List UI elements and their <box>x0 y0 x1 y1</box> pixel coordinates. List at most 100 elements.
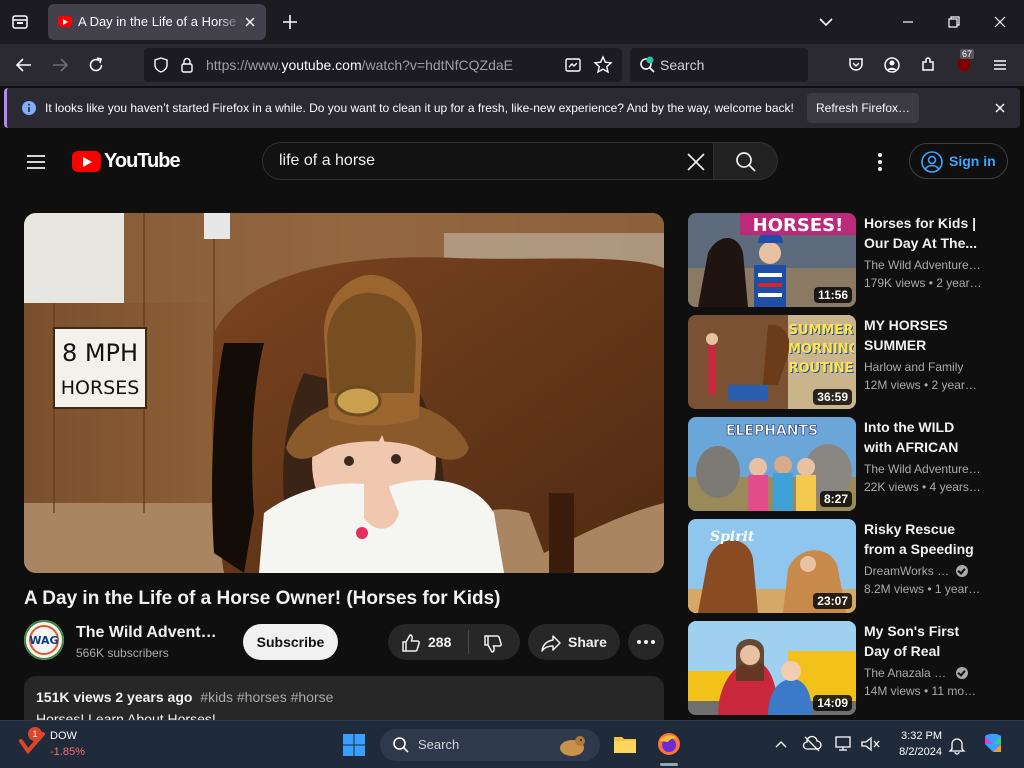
recommended-video-2[interactable]: SUMMER MORNING ROUTINE 36:59 MY HORSES S… <box>688 315 1008 409</box>
browser-tab-bar: A Day in the Life of a Horse Owner! (Hor… <box>0 0 1024 44</box>
show-hidden-icons-chevron-icon[interactable] <box>774 737 788 751</box>
thumbnail-sign-line1: 8 MPH <box>62 339 138 367</box>
more-actions-button[interactable] <box>628 624 664 660</box>
youtube-search-button[interactable] <box>714 142 778 180</box>
rec-channel[interactable]: The Wild Adventure Girls <box>864 258 982 272</box>
browser-tab-active[interactable]: A Day in the Life of a Horse Owner! (Hor… <box>48 4 266 40</box>
network-display-icon[interactable] <box>834 735 854 753</box>
ublock-extension-icon[interactable]: 67 <box>954 49 975 75</box>
rec-title[interactable]: Horses for Kids | Our Day At The... <box>864 213 982 253</box>
volume-muted-icon[interactable] <box>860 735 880 753</box>
rec-duration: 23:07 <box>813 593 852 609</box>
rec-channel[interactable]: DreamWorks Spirit <box>864 564 952 578</box>
notification-bell-icon[interactable] <box>948 735 966 755</box>
share-label: Share <box>568 634 607 650</box>
rec-thumbnail[interactable]: HORSES! 11:56 <box>688 213 856 307</box>
copilot-icon[interactable] <box>980 731 1006 757</box>
address-bar[interactable]: https://www.youtube.com/watch?v=hdtNfCQZ… <box>144 48 622 82</box>
rec-stats: 12M views • 2 years ago <box>864 378 982 392</box>
account-icon[interactable] <box>882 55 902 75</box>
search-highlight-icon <box>554 732 590 758</box>
rec-thumb-text: Spirit <box>710 529 755 545</box>
sign-in-label: Sign in <box>949 153 996 169</box>
like-count[interactable]: 288 <box>428 634 451 650</box>
rec-thumbnail[interactable]: Spirit 23:07 <box>688 519 856 613</box>
rec-title[interactable]: Risky Rescue from a Speeding Train <box>864 519 982 559</box>
rec-channel[interactable]: Harlow and Family <box>864 360 982 374</box>
hashtags[interactable]: #kids #horses #horse <box>200 689 333 705</box>
like-thumb-up-icon[interactable] <box>400 632 422 654</box>
rec-thumbnail[interactable]: SUMMER MORNING ROUTINE 36:59 <box>688 315 856 409</box>
rec-duration: 11:56 <box>813 287 852 303</box>
share-arrow-icon <box>540 632 562 654</box>
file-explorer-icon[interactable] <box>612 731 638 757</box>
rec-thumbnail[interactable]: ELEPHANTS 8:27 <box>688 417 856 511</box>
clock-time[interactable]: 3:32 PM <box>892 730 942 742</box>
rec-thumb-text: HORSES! <box>753 215 844 236</box>
new-tab-plus-icon[interactable] <box>280 12 300 32</box>
close-window-icon[interactable] <box>990 12 1010 32</box>
settings-kebab-icon[interactable] <box>868 150 892 174</box>
dislike-thumb-down-icon[interactable] <box>482 633 504 655</box>
description-meta: 151K views 2 years ago #kids #horses #ho… <box>36 689 333 705</box>
video-player[interactable]: 8 MPH HORSES <box>24 213 664 573</box>
rec-channel[interactable]: The Wild Adventure Girls <box>864 462 982 476</box>
rec-thumb-text: SUMMER MORNING ROUTINE <box>788 323 854 376</box>
widget-badge: 1 <box>28 727 42 741</box>
firefox-taskbar-icon[interactable] <box>656 731 682 766</box>
channel-name[interactable]: The Wild Adventure Girls <box>76 624 222 642</box>
refresh-firefox-button[interactable]: Refresh Firefox… <box>807 93 919 123</box>
guide-menu-icon[interactable] <box>24 150 48 174</box>
rec-duration: 36:59 <box>813 389 852 405</box>
forward-arrow-icon[interactable] <box>50 55 70 75</box>
rec-title[interactable]: MY HORSES SUMMER MORNING ROUTINE <box>864 315 982 355</box>
stock-widget-icon[interactable]: 1 <box>18 727 46 757</box>
tab-close-icon[interactable] <box>242 14 258 30</box>
rec-channel[interactable]: The Anazala Family <box>864 666 952 680</box>
bookmark-star-icon[interactable] <box>593 55 613 75</box>
cloud-sync-icon[interactable] <box>802 735 822 753</box>
firefox-view-icon[interactable] <box>8 10 32 34</box>
description-first-line: Horses! Learn About Horses! <box>36 711 216 720</box>
tab-title: A Day in the Life of a Horse Owner! (Hor… <box>78 14 242 29</box>
sign-in-button[interactable]: Sign in <box>909 143 1008 179</box>
windows-start-icon[interactable] <box>342 733 366 757</box>
channel-avatar-text: WAG <box>29 634 58 647</box>
youtube-search-input[interactable]: life of a horse <box>262 142 714 180</box>
share-button[interactable]: Share <box>528 624 620 660</box>
like-divider <box>468 630 469 654</box>
notification-close-icon[interactable] <box>992 100 1008 116</box>
web-search-bar[interactable]: Search <box>630 48 808 82</box>
stock-name[interactable]: DOW <box>50 730 77 742</box>
video-description-box[interactable]: 151K views 2 years ago #kids #horses #ho… <box>24 676 664 720</box>
rec-thumbnail[interactable]: 14:09 <box>688 621 856 715</box>
notification-message: It looks like you haven’t started Firefo… <box>45 101 794 115</box>
windows-taskbar: 1 DOW -1.85% Search 3:32 PM 8/2/2024 <box>0 720 1024 768</box>
recommended-video-5[interactable]: 14:09 My Son's First Day of Real School … <box>688 621 1008 715</box>
list-all-tabs-chevron-icon[interactable] <box>816 12 836 32</box>
hamburger-menu-icon[interactable] <box>990 55 1010 75</box>
subscribe-button[interactable]: Subscribe <box>243 624 338 660</box>
rec-title[interactable]: Into the WILD with AFRICAN ANIMALS <box>864 417 982 457</box>
minimize-window-icon[interactable] <box>898 12 918 32</box>
rec-thumb-text: ELEPHANTS <box>726 423 818 439</box>
back-arrow-icon[interactable] <box>14 55 34 75</box>
reader-view-icon[interactable] <box>564 56 582 74</box>
recommended-video-4[interactable]: Spirit 23:07 Risky Rescue from a Speedin… <box>688 519 1008 613</box>
taskbar-search[interactable]: Search <box>380 729 600 761</box>
user-circle-icon <box>920 150 944 174</box>
extensions-puzzle-icon[interactable] <box>918 55 938 75</box>
pocket-icon[interactable] <box>846 55 866 75</box>
clock-date[interactable]: 8/2/2024 <box>888 746 942 758</box>
reload-icon[interactable] <box>86 55 106 75</box>
recommended-video-3[interactable]: ELEPHANTS 8:27 Into the WILD with AFRICA… <box>688 417 1008 511</box>
clear-search-icon[interactable] <box>683 149 709 175</box>
verified-check-icon <box>956 667 968 679</box>
padlock-icon[interactable] <box>178 56 196 74</box>
restore-window-icon[interactable] <box>944 12 964 32</box>
tracking-shield-icon[interactable] <box>152 56 170 74</box>
youtube-logo[interactable]: YouTube <box>72 150 182 174</box>
channel-avatar[interactable]: WAG <box>24 620 64 660</box>
rec-title[interactable]: My Son's First Day of Real School <box>864 621 982 661</box>
recommended-video-1[interactable]: HORSES! 11:56 Horses for Kids | Our Day … <box>688 213 1008 307</box>
